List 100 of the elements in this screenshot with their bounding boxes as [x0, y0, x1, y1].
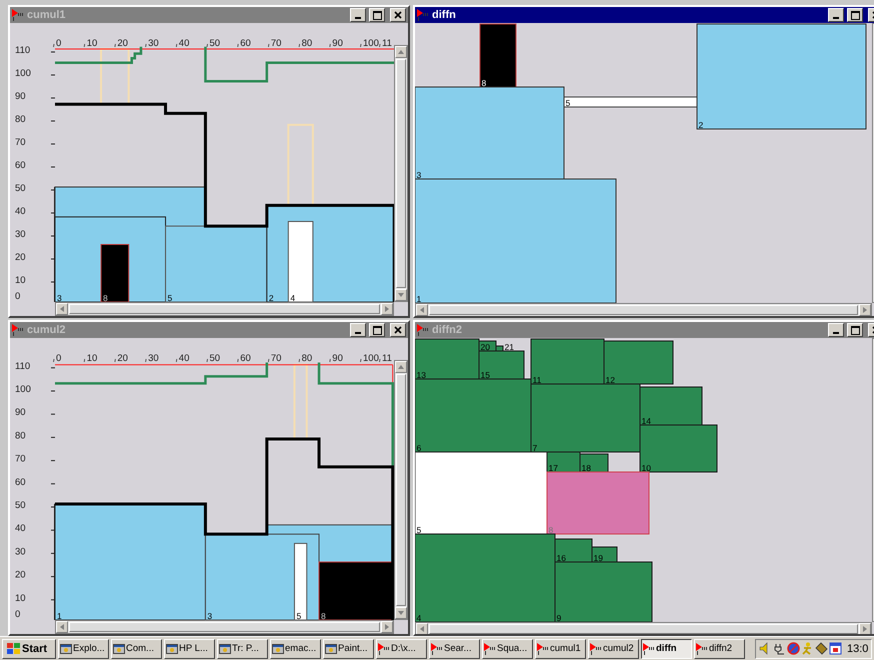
tick-mark	[176, 358, 178, 362]
arrow-left-icon	[418, 306, 426, 314]
box-label: 2	[698, 120, 704, 130]
taskbar-button[interactable]: Paint...	[323, 638, 374, 658]
flag-icon	[12, 324, 24, 336]
tag-icon[interactable]	[815, 642, 828, 655]
tick-mark	[53, 358, 54, 362]
axis-label: 80	[15, 114, 26, 125]
scroll-left-button[interactable]	[56, 621, 68, 633]
scroll-right-button[interactable]	[381, 621, 393, 633]
taskbar-button[interactable]: Sear...	[429, 638, 480, 658]
taskbar-button[interactable]: diffn	[641, 638, 692, 658]
axis-label: 70	[270, 38, 282, 49]
scroll-left-button[interactable]	[416, 623, 428, 634]
maximize-button[interactable]	[369, 8, 385, 22]
tick-mark	[145, 358, 146, 362]
arrow-up-icon	[397, 363, 405, 371]
tick-mark	[298, 44, 300, 48]
tick-mark	[50, 390, 56, 392]
axis-label: 90	[332, 38, 343, 49]
minimize-button[interactable]	[828, 323, 844, 337]
scroll-down-button[interactable]	[395, 607, 407, 619]
scroll-left-button[interactable]	[56, 303, 68, 315]
maximize-icon	[850, 10, 860, 20]
scrollbar[interactable]	[394, 45, 408, 302]
tick-mark	[237, 44, 239, 48]
flag-icon	[696, 642, 708, 654]
scroll-thumb[interactable]	[69, 304, 380, 314]
tick-mark	[379, 44, 380, 48]
box-label: 8	[482, 78, 486, 88]
close-button[interactable]	[390, 8, 406, 22]
scroll-thumb[interactable]	[429, 305, 858, 315]
tick-mark	[298, 358, 300, 362]
scroll-up-button[interactable]	[395, 46, 407, 58]
axis-label: 70	[15, 454, 26, 465]
taskbar-button[interactable]: emac...	[270, 638, 321, 658]
maximize-icon	[372, 10, 382, 20]
scroll-down-button[interactable]	[395, 289, 407, 301]
calendar-icon[interactable]	[829, 642, 842, 655]
scroll-right-button[interactable]	[381, 303, 393, 315]
task-label: 3	[207, 611, 212, 620]
scroll-left-button[interactable]	[416, 304, 428, 316]
maximize-button[interactable]	[847, 323, 863, 337]
arrow-right-icon	[861, 306, 869, 314]
taskbar-button[interactable]: cumul1	[535, 638, 586, 658]
axis-label: 90	[15, 407, 26, 418]
flag-icon	[417, 9, 429, 21]
taskbar-button[interactable]: diffn2	[694, 638, 745, 658]
box-label: 8	[548, 525, 554, 535]
program-icon	[166, 642, 178, 654]
plug-icon[interactable]	[773, 642, 786, 655]
scrollbar[interactable]	[55, 620, 394, 634]
minimize-button[interactable]	[350, 8, 366, 22]
scrollbar[interactable]	[415, 622, 872, 634]
scroll-right-button[interactable]	[859, 623, 871, 634]
scrollbar[interactable]	[415, 303, 872, 316]
scrollbar[interactable]	[55, 302, 394, 316]
box-label: 6	[416, 443, 422, 453]
scroll-thumb[interactable]	[396, 59, 406, 288]
axis-label: 30	[148, 38, 159, 49]
scroll-right-button[interactable]	[859, 304, 871, 316]
box-label: 4	[416, 613, 422, 622]
maximize-button[interactable]	[369, 323, 385, 337]
task-label: 4	[290, 293, 296, 302]
scrollbar[interactable]	[394, 360, 408, 620]
taskbar-button[interactable]: cumul2	[588, 638, 639, 658]
tick-mark	[50, 414, 56, 415]
scroll-thumb[interactable]	[396, 374, 406, 606]
scroll-thumb[interactable]	[69, 622, 380, 632]
taskbar-button[interactable]: HP L...	[164, 638, 215, 658]
axis-label: 0	[56, 38, 62, 49]
close-button[interactable]	[390, 323, 406, 337]
program-icon	[219, 642, 231, 654]
flag-icon	[378, 642, 390, 654]
axis-label: 40	[178, 353, 190, 364]
no-entry-icon[interactable]	[787, 642, 800, 655]
scroll-thumb[interactable]	[429, 624, 858, 634]
axis-label: 20	[15, 570, 26, 581]
taskbar-button[interactable]: Explo...	[58, 638, 109, 658]
box-label: 5	[416, 525, 422, 535]
minimize-button[interactable]	[350, 323, 366, 337]
scroll-up-button[interactable]	[395, 361, 407, 373]
taskbar-button[interactable]: D:\x...	[376, 638, 427, 658]
arrow-left-icon	[58, 305, 66, 313]
box-label: 10	[642, 463, 651, 473]
tick-mark	[237, 358, 239, 362]
taskbar-button[interactable]: Squa...	[482, 638, 533, 658]
arrow-right-icon	[383, 305, 391, 313]
flag-icon	[590, 642, 602, 654]
flag-icon	[643, 642, 655, 654]
axis-label: 80	[15, 430, 26, 442]
start-button[interactable]: Start	[2, 638, 56, 658]
minimize-button[interactable]	[828, 8, 844, 22]
axis-label: 10	[15, 592, 26, 604]
taskbar-button[interactable]: Com...	[111, 638, 162, 658]
arrow-down-icon	[397, 291, 405, 299]
maximize-button[interactable]	[847, 8, 863, 22]
taskbar-button[interactable]: Tr: P...	[217, 638, 268, 658]
box-label: 5	[566, 98, 570, 108]
tick-mark	[84, 44, 86, 48]
